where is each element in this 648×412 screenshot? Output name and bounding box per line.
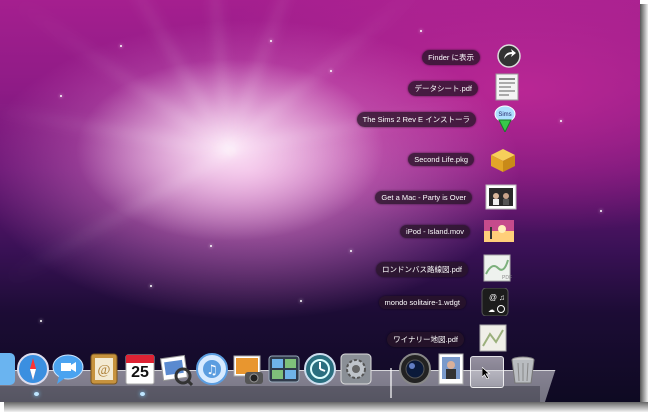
stack-item-label: Get a Mac - Party is Over xyxy=(375,191,472,204)
stack-item-label: The Sims 2 Rev E インストーラ xyxy=(356,112,476,127)
wallpaper-ray xyxy=(4,150,232,283)
star xyxy=(120,45,122,47)
svg-text:♫: ♫ xyxy=(206,363,218,378)
window-shadow xyxy=(4,402,648,412)
star xyxy=(300,300,302,302)
time-machine-icon[interactable] xyxy=(303,352,337,386)
star xyxy=(40,320,42,322)
stack-item-label: ロンドンバス路線図.pdf xyxy=(375,262,468,277)
stack-item-label: データシート.pdf xyxy=(408,81,478,96)
trash-icon[interactable] xyxy=(506,352,540,386)
mouse-cursor-icon xyxy=(482,367,491,379)
stack-item[interactable]: データシート.pdf xyxy=(378,73,524,103)
stack-item-label: Second Life.pkg xyxy=(408,153,474,166)
spaces-icon[interactable] xyxy=(267,352,301,386)
star xyxy=(600,210,602,212)
star xyxy=(150,285,152,287)
svg-text:♫: ♫ xyxy=(499,293,505,302)
star xyxy=(330,70,332,72)
stack-item-label: iPod - Island.mov xyxy=(400,225,470,238)
stack-item-label: ワイナリー地図.pdf xyxy=(387,332,464,347)
wallpaper-ray xyxy=(97,0,231,152)
running-indicator xyxy=(34,392,39,396)
finder-icon[interactable] xyxy=(0,352,16,386)
star xyxy=(210,245,212,247)
address-book-icon[interactable]: @ xyxy=(87,352,121,386)
safari-icon[interactable] xyxy=(16,352,50,386)
star xyxy=(420,30,422,32)
star xyxy=(350,250,352,252)
stack-item[interactable]: ロンドンバス路線図.pdf PDF xyxy=(368,254,514,284)
ichat-icon[interactable] xyxy=(51,352,85,386)
camera-lens-icon[interactable] xyxy=(398,352,432,386)
stack-item[interactable]: iPod - Island.mov xyxy=(370,217,516,247)
pdf-document-icon xyxy=(495,73,519,101)
star xyxy=(560,120,562,122)
pdf-map-icon xyxy=(479,324,507,352)
running-indicator xyxy=(140,392,145,396)
iphoto-icon[interactable] xyxy=(231,352,265,386)
widget-icon: @ ♫ ☁ xyxy=(481,288,509,316)
stack-item[interactable]: Second Life.pkg xyxy=(374,145,520,175)
star xyxy=(270,40,272,42)
stack-item[interactable]: The Sims 2 Rev E インストーラ Sims xyxy=(356,104,522,134)
package-icon xyxy=(491,149,515,172)
stack-item[interactable]: Finder に表示 xyxy=(380,42,526,72)
preview-icon[interactable] xyxy=(159,352,193,386)
svg-text:PDF: PDF xyxy=(502,275,512,281)
sims-installer-icon: Sims xyxy=(494,105,516,132)
stack-item-label: mondo solitaire-1.wdgt xyxy=(378,296,466,309)
stack-item[interactable]: mondo solitaire-1.wdgt @ ♫ ☁ xyxy=(366,288,512,318)
itunes-icon[interactable]: ♫ xyxy=(195,352,229,386)
downloads-stack-icon[interactable] xyxy=(470,356,504,388)
wallpaper-ray xyxy=(15,0,230,153)
picture-frame-icon[interactable] xyxy=(434,352,468,386)
video-thumbnail-icon xyxy=(485,184,517,210)
stack-item-label: Finder に表示 xyxy=(422,50,480,65)
star xyxy=(60,95,62,97)
stack-item[interactable]: ワイナリー地図.pdf xyxy=(364,324,510,354)
ical-day: 25 xyxy=(131,364,149,381)
window-shadow xyxy=(640,4,648,408)
svg-text:@: @ xyxy=(489,293,497,302)
desktop: Finder に表示 データシート.pdf The Sims 2 Rev E イ… xyxy=(0,0,640,402)
finder-arrow-icon xyxy=(497,44,521,68)
ical-icon[interactable]: 25 xyxy=(123,352,157,386)
svg-text:@: @ xyxy=(98,363,111,378)
svg-text:Sims: Sims xyxy=(498,112,511,118)
svg-text:☁: ☁ xyxy=(488,307,495,314)
wallpaper-ray xyxy=(227,0,319,150)
dock-separator xyxy=(390,368,392,398)
pdf-map-icon: PDF xyxy=(483,254,512,282)
system-preferences-icon[interactable] xyxy=(339,352,373,386)
movie-thumbnail-icon xyxy=(484,220,514,242)
stack-item[interactable]: Get a Mac - Party is Over xyxy=(372,183,518,213)
dock-reflection xyxy=(0,386,540,402)
